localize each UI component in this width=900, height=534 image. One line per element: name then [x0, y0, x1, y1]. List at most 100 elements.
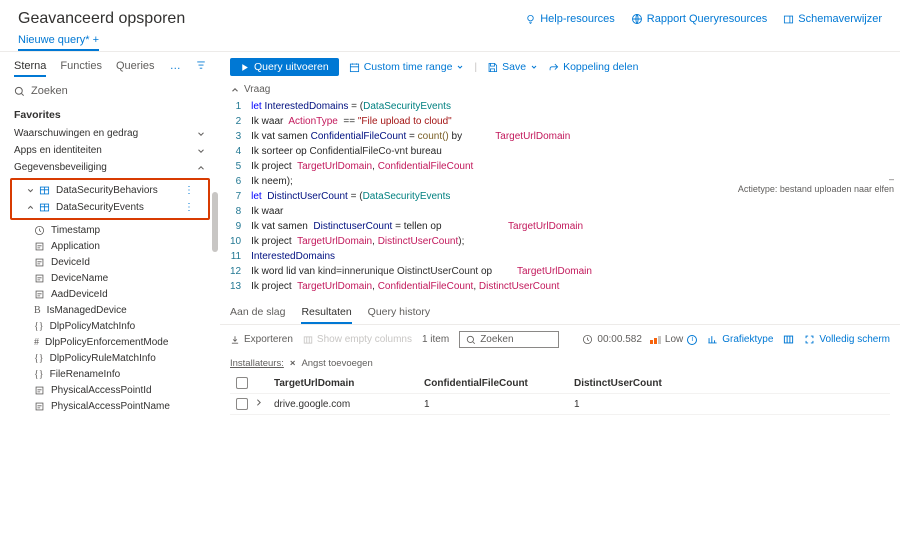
chart-type-button[interactable]: Grafiektype: [707, 334, 773, 345]
editor-pane: Query uitvoeren Custom time range | Save…: [220, 51, 900, 523]
cat-datasec[interactable]: Gegevensbeveiliging: [0, 159, 220, 176]
tab-queries[interactable]: Queries: [116, 60, 155, 77]
text-icon: [34, 385, 45, 396]
results-search[interactable]: Zoeken: [459, 331, 559, 348]
download-icon: [230, 335, 240, 345]
info-icon[interactable]: i: [687, 335, 697, 345]
query-editor[interactable]: 1 2 3 4 5 6 7 8 9 10 11 12 13 let Intere…: [220, 97, 900, 302]
scrollbar[interactable]: [212, 192, 218, 252]
tab-more[interactable]: …: [170, 60, 181, 77]
sidebar-search[interactable]: Zoeken: [0, 79, 220, 103]
query-tabs: Nieuwe query* +: [0, 34, 900, 51]
tab-functions[interactable]: Functies: [60, 60, 102, 77]
cell-domain: drive.google.com: [274, 399, 424, 410]
field-physicalaccesspointid[interactable]: PhysicalAccessPointId: [0, 382, 220, 398]
calendar-icon: [349, 62, 360, 73]
chevron-up-icon: [26, 203, 35, 212]
field-physicalaccesspointname[interactable]: PhysicalAccessPointName: [0, 398, 220, 414]
schema-link[interactable]: Schemaverwijzer: [783, 13, 882, 25]
results-tabs: Aan de slag Resultaten Query history: [220, 302, 900, 325]
tab-getstarted[interactable]: Aan de slag: [230, 306, 285, 324]
item-count: 1 item: [422, 334, 449, 345]
hash-icon: #: [34, 337, 39, 348]
search-icon: [466, 335, 476, 345]
report-link[interactable]: Rapport Queryresources: [631, 13, 767, 25]
object-icon: {}: [34, 369, 44, 380]
text-icon: [34, 401, 45, 412]
column-settings-icon: [783, 334, 794, 345]
lightbulb-icon: [525, 14, 536, 25]
tab-history[interactable]: Query history: [368, 306, 430, 324]
more-icon[interactable]: ⋮: [184, 185, 194, 196]
row-checkbox[interactable]: [230, 398, 254, 410]
columns-button[interactable]: [783, 334, 794, 345]
select-all-checkbox[interactable]: [230, 377, 254, 389]
table-datasecurityevents[interactable]: DataSecurityEvents ⋮: [12, 199, 208, 216]
field-ismanageddevice[interactable]: BIsManagedDevice: [0, 302, 220, 318]
showempty-button[interactable]: Show empty columns: [303, 334, 412, 345]
editor-toolbar: Query uitvoeren Custom time range | Save…: [220, 52, 900, 82]
columns-icon: [303, 335, 313, 345]
clear-filter-button[interactable]: ×: [290, 358, 296, 369]
results-table: TargetUrlDomain ConfidentialFileCount Di…: [220, 373, 900, 415]
globe-icon: [631, 13, 643, 25]
share-button[interactable]: Koppeling delen: [548, 61, 638, 73]
cell-users: 1: [574, 399, 724, 410]
field-dlppolicyrulematchinfo[interactable]: {}DlpPolicyRuleMatchInfo: [0, 350, 220, 366]
save-icon: [487, 62, 498, 73]
chevron-down-icon: [530, 63, 538, 71]
field-aaddeviceid[interactable]: AadDeviceId: [0, 286, 220, 302]
col-targeturldomain[interactable]: TargetUrlDomain: [274, 378, 424, 389]
chevron-down-icon: [26, 186, 35, 195]
tab-results[interactable]: Resultaten: [301, 306, 351, 324]
chevron-down-icon: [196, 129, 206, 139]
search-icon: [14, 86, 25, 97]
chevron-up-icon: [196, 163, 206, 173]
tab-filter-icon[interactable]: [196, 60, 206, 77]
clock-icon: [582, 334, 593, 345]
help-link[interactable]: Help-resources: [525, 13, 615, 25]
expand-row-button[interactable]: [254, 398, 274, 410]
bool-icon: B: [34, 305, 41, 316]
new-query-tab[interactable]: Nieuwe query* +: [18, 34, 99, 51]
more-icon[interactable]: ⋮: [184, 202, 194, 213]
cat-apps[interactable]: Apps en identiteiten: [0, 142, 220, 159]
code-content[interactable]: let InterestedDomains = (DataSecurityEve…: [251, 99, 592, 294]
sidebar-tabs: Sterna Functies Queries …: [0, 56, 220, 79]
editor-collapse[interactable]: Vraag: [220, 82, 900, 97]
chevron-down-icon: [456, 63, 464, 71]
field-dlppolicyenforcementmode[interactable]: #DlpPolicyEnforcementMode: [0, 334, 220, 350]
chevron-right-icon: [254, 398, 263, 407]
field-devicename[interactable]: DeviceName: [0, 270, 220, 286]
field-timestamp[interactable]: Timestamp: [0, 222, 220, 238]
table-header: TargetUrlDomain ConfidentialFileCount Di…: [230, 373, 890, 394]
table-row[interactable]: drive.google.com 1 1: [230, 394, 890, 415]
col-confidentialfilecount[interactable]: ConfidentialFileCount: [424, 378, 574, 389]
installers-row: Installateurs: × Angst toevoegen: [220, 354, 900, 373]
chevron-down-icon: [196, 146, 206, 156]
export-button[interactable]: Exporteren: [230, 334, 293, 345]
text-icon: [34, 273, 45, 284]
text-icon: [34, 241, 45, 252]
clock-icon: [34, 225, 45, 236]
tab-schema[interactable]: Sterna: [14, 60, 46, 77]
field-dlppolicymatchinfo[interactable]: {}DlpPolicyMatchInfo: [0, 318, 220, 334]
fullscreen-button[interactable]: Volledig scherm: [804, 334, 890, 345]
resource-bars-icon: [650, 336, 661, 344]
run-query-button[interactable]: Query uitvoeren: [230, 58, 339, 76]
field-filerenameinfo[interactable]: {}FileRenameInfo: [0, 366, 220, 382]
cat-alerts[interactable]: Waarschuwingen en gedrag: [0, 125, 220, 142]
table-icon: [39, 202, 50, 213]
col-distinctusercount[interactable]: DistinctUserCount: [574, 378, 724, 389]
save-button[interactable]: Save: [487, 61, 538, 73]
cat-favorites[interactable]: Favorites: [0, 103, 220, 125]
field-application[interactable]: Application: [0, 238, 220, 254]
field-deviceid[interactable]: DeviceId: [0, 254, 220, 270]
highlight-box: DataSecurityBehaviors ⋮ DataSecurityEven…: [10, 178, 210, 220]
text-icon: [34, 257, 45, 268]
table-datasecuritybehaviors[interactable]: DataSecurityBehaviors ⋮: [12, 182, 208, 199]
chart-icon: [707, 334, 718, 345]
page-header: Geavanceerd opsporen Help-resources Rapp…: [0, 0, 900, 34]
sidebar: Sterna Functies Queries … Zoeken Favorit…: [0, 51, 220, 523]
timerange-button[interactable]: Custom time range: [349, 61, 465, 73]
